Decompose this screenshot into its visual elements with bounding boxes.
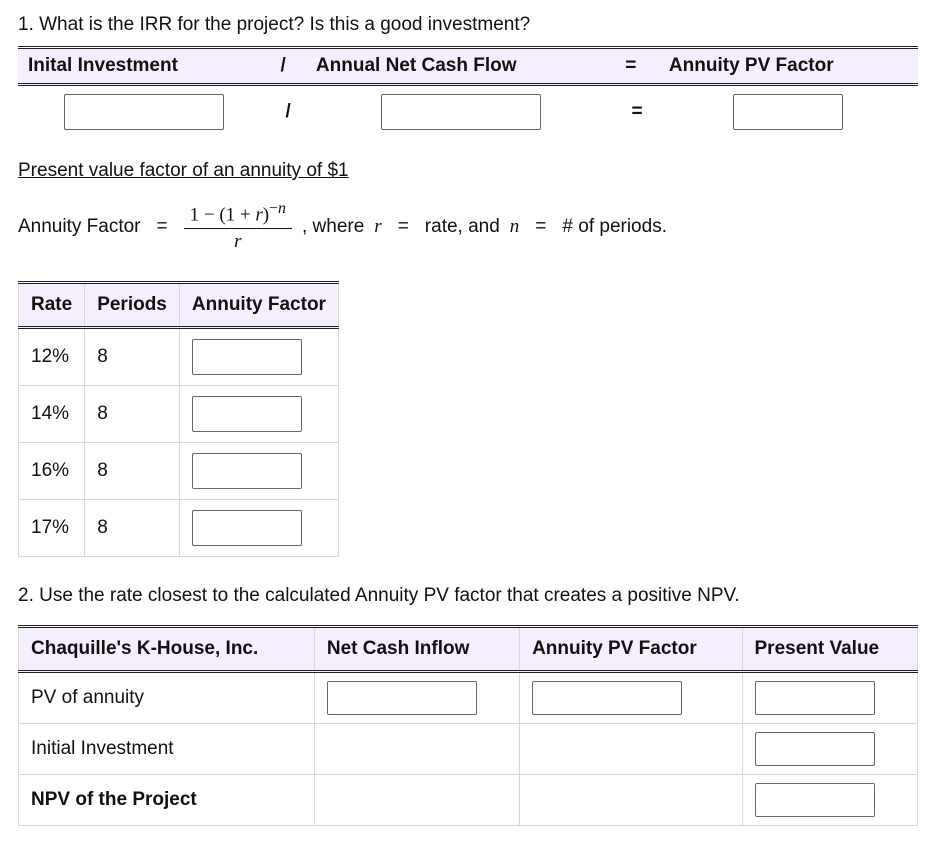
tbl2-annuity-factor-cell [179, 443, 338, 500]
annual-net-cash-flow-input[interactable] [381, 94, 541, 130]
tbl3-label-cell: Initial Investment [19, 724, 315, 775]
tbl3-present-value-cell [742, 672, 918, 724]
tbl1-row-divide: / [270, 85, 305, 139]
tbl2-rate-cell: 14% [19, 386, 85, 443]
tbl3-header-present-value: Present Value [742, 627, 918, 672]
tbl1-header-equals: = [615, 48, 659, 85]
formula-num-r: r [255, 204, 262, 225]
tbl3-annuity-pv-factor-cell [520, 724, 742, 775]
tbl3-label-cell: PV of annuity [19, 672, 315, 724]
formula-comma-where: , where [302, 216, 364, 238]
formula-lhs: Annuity Factor [18, 216, 141, 238]
formula-fraction: 1 − (1 + r)−n r [184, 200, 292, 253]
formula-exp-n: n [278, 200, 286, 217]
tbl3-annuity-pv-factor-cell [520, 775, 742, 826]
net-cash-inflow-input[interactable] [327, 681, 477, 715]
tbl2-periods-cell: 8 [85, 328, 180, 386]
tbl2-header-rate: Rate [19, 283, 85, 328]
tbl2-row: 12%8 [19, 328, 339, 386]
tbl2-rate-cell: 12% [19, 328, 85, 386]
tbl3-row: Initial Investment [19, 724, 918, 775]
formula-exp-prefix: − [269, 200, 278, 217]
tbl2-rate-cell: 16% [19, 443, 85, 500]
tbl3-header-annuity-pv-factor: Annuity PV Factor [520, 627, 742, 672]
annuity-formula-title: Present value factor of an annuity of $1 [18, 160, 918, 182]
tbl1-header-initial-investment: Inital Investment [18, 48, 270, 85]
annuity-factor-input[interactable] [192, 453, 302, 489]
formula-periods-text: # of periods. [562, 216, 667, 238]
present-value-input[interactable] [755, 732, 875, 766]
formula-rate-text: rate, and [425, 216, 500, 238]
tbl2-row: 17%8 [19, 500, 339, 557]
tbl3-header-net-cash-inflow: Net Cash Inflow [314, 627, 519, 672]
tbl3-present-value-cell [742, 775, 918, 826]
annuity-factor-lookup-table: Rate Periods Annuity Factor 12%814%816%8… [18, 281, 339, 557]
question-2-text: 2. Use the rate closest to the calculate… [18, 585, 918, 607]
formula-r-var: r [374, 216, 381, 238]
tbl3-present-value-cell [742, 724, 918, 775]
tbl2-rate-cell: 17% [19, 500, 85, 557]
tbl3-row: PV of annuity [19, 672, 918, 724]
present-value-input[interactable] [755, 783, 875, 817]
tbl3-net-cash-inflow-cell [314, 724, 519, 775]
tbl3-row: NPV of the Project [19, 775, 918, 826]
annuity-formula: Annuity Factor = 1 − (1 + r)−n r , where… [18, 200, 918, 253]
tbl1-header-annual-net-cash-flow: Annual Net Cash Flow [306, 48, 615, 85]
tbl2-annuity-factor-cell [179, 500, 338, 557]
tbl1-header-annuity-pv-factor: Annuity PV Factor [659, 48, 918, 85]
tbl2-row: 16%8 [19, 443, 339, 500]
tbl3-header-company: Chaquille's K-House, Inc. [19, 627, 315, 672]
formula-eq2: = [398, 216, 409, 238]
question-1-text: 1. What is the IRR for the project? Is t… [18, 14, 918, 36]
formula-num-prefix: 1 − (1 + [190, 204, 256, 225]
annuity-factor-input[interactable] [192, 510, 302, 546]
tbl2-header-annuity-factor: Annuity Factor [179, 283, 338, 328]
tbl3-net-cash-inflow-cell [314, 775, 519, 826]
tbl1-input-row: / = [18, 85, 918, 139]
formula-den: r [234, 229, 241, 253]
formula-eq3: = [535, 216, 546, 238]
tbl3-label-cell: NPV of the Project [19, 775, 315, 826]
tbl2-periods-cell: 8 [85, 386, 180, 443]
formula-n-var: n [510, 216, 520, 238]
tbl2-annuity-factor-cell [179, 386, 338, 443]
annuity-pv-factor-equation-table: Inital Investment / Annual Net Cash Flow… [18, 46, 918, 138]
tbl1-row-equals: = [615, 85, 659, 139]
tbl1-header-divide: / [270, 48, 305, 85]
tbl2-row: 14%8 [19, 386, 339, 443]
tbl3-annuity-pv-factor-cell [520, 672, 742, 724]
tbl2-annuity-factor-cell [179, 328, 338, 386]
initial-investment-input[interactable] [64, 94, 224, 130]
tbl2-header-periods: Periods [85, 283, 180, 328]
annuity-pv-factor-result-input[interactable] [733, 94, 843, 130]
tbl2-periods-cell: 8 [85, 500, 180, 557]
annuity-factor-input[interactable] [192, 396, 302, 432]
formula-eq1: = [157, 216, 168, 238]
present-value-input[interactable] [755, 681, 875, 715]
npv-calculation-table: Chaquille's K-House, Inc. Net Cash Inflo… [18, 625, 918, 826]
annuity-factor-input[interactable] [192, 339, 302, 375]
annuity-pv-factor-input[interactable] [532, 681, 682, 715]
tbl3-net-cash-inflow-cell [314, 672, 519, 724]
tbl2-periods-cell: 8 [85, 443, 180, 500]
